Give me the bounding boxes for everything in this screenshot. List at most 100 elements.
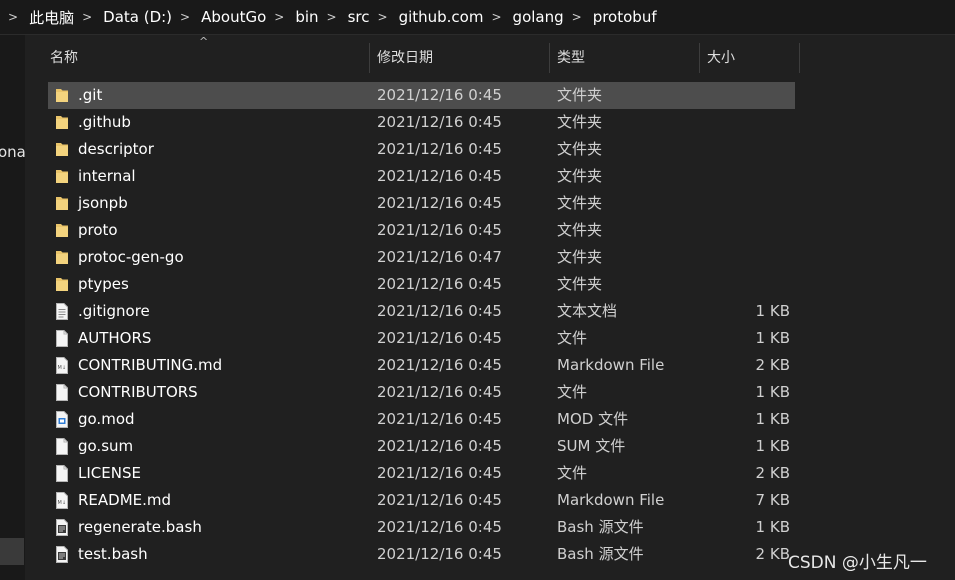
file-row[interactable]: jsonpb 2021/12/16 0:45 文件夹 [48,190,795,217]
chevron-right-icon[interactable]: > [378,10,388,24]
column-header-type[interactable]: 类型 [557,35,585,73]
file-name: jsonpb [78,194,128,212]
chevron-right-icon[interactable]: > [572,10,582,24]
folder-icon [55,141,69,158]
chevron-right-icon[interactable]: > [82,10,92,24]
file-type: SUM 文件 [557,437,626,455]
file-size: 1 KB [755,302,790,320]
file-size: 1 KB [755,383,790,401]
column-header-size[interactable]: 大小 [707,35,735,73]
file-name: regenerate.bash [78,518,202,536]
breadcrumb-item-data-drive[interactable]: Data (D:) [103,8,172,26]
file-name: README.md [78,491,172,509]
file-type: Markdown File [557,491,665,509]
file-size: 1 KB [755,437,790,455]
text-file-icon [55,303,69,320]
file-row[interactable]: CONTRIBUTORS 2021/12/16 0:45 文件 1 KB [48,379,795,406]
markdown-file-icon: M↓ [55,492,69,509]
breadcrumb-item-github[interactable]: github.com [399,8,484,26]
file-icon [55,384,69,401]
file-name: internal [78,167,136,185]
file-icon [55,438,69,455]
folder-icon [55,249,69,266]
file-row[interactable]: .git 2021/12/16 0:45 文件夹 [48,82,795,109]
file-row[interactable]: go.mod 2021/12/16 0:45 MOD 文件 1 KB [48,406,795,433]
chevron-right-icon[interactable]: > [327,10,337,24]
file-name: ptypes [78,275,129,293]
file-date: 2021/12/16 0:47 [377,248,502,266]
nav-item-label[interactable]: ona [0,143,25,161]
file-row[interactable]: M↓ CONTRIBUTING.md 2021/12/16 0:45 Markd… [48,352,795,379]
file-row[interactable]: regenerate.bash 2021/12/16 0:45 Bash 源文件… [48,514,795,541]
file-row[interactable]: M↓ README.md 2021/12/16 0:45 Markdown Fi… [48,487,795,514]
column-divider[interactable] [699,43,700,73]
mod-file-icon [55,411,69,428]
file-name: .git [78,86,103,104]
file-size: 2 KB [755,464,790,482]
file-row[interactable]: proto 2021/12/16 0:45 文件夹 [48,217,795,244]
file-name: proto [78,221,118,239]
file-type: 文本文档 [557,302,618,320]
folder-icon [55,168,69,185]
file-date: 2021/12/16 0:45 [377,383,502,401]
file-type: Bash 源文件 [557,545,644,563]
file-row[interactable]: LICENSE 2021/12/16 0:45 文件 2 KB [48,460,795,487]
file-date: 2021/12/16 0:45 [377,140,502,158]
chevron-right-icon[interactable]: > [274,10,284,24]
file-date: 2021/12/16 0:45 [377,167,502,185]
file-date: 2021/12/16 0:45 [377,356,502,374]
file-size: 1 KB [755,329,790,347]
folder-icon [55,276,69,293]
file-name: go.mod [78,410,135,428]
file-date: 2021/12/16 0:45 [377,194,502,212]
file-row[interactable]: go.sum 2021/12/16 0:45 SUM 文件 1 KB [48,433,795,460]
column-divider[interactable] [799,43,800,73]
file-row[interactable]: protoc-gen-go 2021/12/16 0:47 文件夹 [48,244,795,271]
navigation-pane: ona [0,35,25,580]
file-row[interactable]: internal 2021/12/16 0:45 文件夹 [48,163,795,190]
file-type: 文件夹 [557,221,603,239]
file-size: 2 KB [755,545,790,563]
file-date: 2021/12/16 0:45 [377,275,502,293]
file-type: 文件夹 [557,167,603,185]
folder-icon [55,195,69,212]
breadcrumb-item-this-pc[interactable]: 此电脑 [29,7,74,28]
file-icon [55,465,69,482]
column-header-name[interactable]: 名称 [50,35,78,73]
file-name: .github [78,113,131,131]
file-type: 文件 [557,383,588,401]
file-row[interactable]: AUTHORS 2021/12/16 0:45 文件 1 KB [48,325,795,352]
file-type: Markdown File [557,356,665,374]
file-row[interactable]: ptypes 2021/12/16 0:45 文件夹 [48,271,795,298]
file-icon [55,330,69,347]
column-header-date[interactable]: 修改日期 [377,35,433,73]
file-date: 2021/12/16 0:45 [377,518,502,536]
breadcrumb-item-protobuf[interactable]: protobuf [593,8,657,26]
nav-item-highlight[interactable] [0,538,24,565]
file-date: 2021/12/16 0:45 [377,221,502,239]
chevron-right-icon[interactable]: > [8,10,18,24]
breadcrumb-item-aboutgo[interactable]: AboutGo [201,8,266,26]
file-type: 文件 [557,464,588,482]
sort-ascending-icon: ^ [199,35,209,48]
file-row[interactable]: descriptor 2021/12/16 0:45 文件夹 [48,136,795,163]
folder-icon [55,222,69,239]
breadcrumb-item-bin[interactable]: bin [295,8,318,26]
breadcrumb-item-golang[interactable]: golang [513,8,564,26]
column-divider[interactable] [369,43,370,73]
svg-text:M↓: M↓ [58,500,67,506]
file-row[interactable]: .github 2021/12/16 0:45 文件夹 [48,109,795,136]
folder-icon [55,87,69,104]
chevron-right-icon[interactable]: > [491,10,501,24]
file-date: 2021/12/16 0:45 [377,491,502,509]
file-row[interactable]: test.bash 2021/12/16 0:45 Bash 源文件 2 KB [48,541,795,568]
file-name: test.bash [78,545,148,563]
markdown-file-icon: M↓ [55,357,69,374]
file-row[interactable]: .gitignore 2021/12/16 0:45 文本文档 1 KB [48,298,795,325]
file-type: 文件夹 [557,86,603,104]
breadcrumb-item-src[interactable]: src [348,8,370,26]
file-type: MOD 文件 [557,410,629,428]
watermark: CSDN @小生凡一 [788,553,927,573]
column-divider[interactable] [549,43,550,73]
chevron-right-icon[interactable]: > [180,10,190,24]
